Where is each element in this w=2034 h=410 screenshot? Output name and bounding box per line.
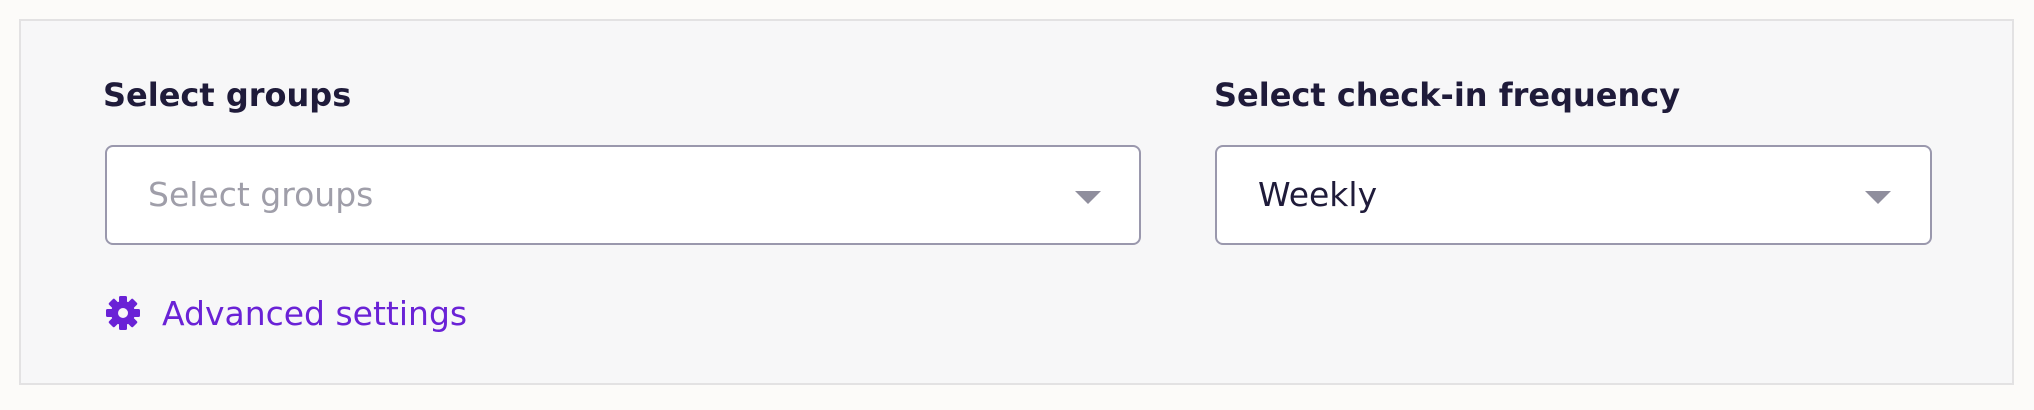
settings-panel: Select groups Select groups Select check…	[19, 19, 2014, 385]
advanced-settings-label: Advanced settings	[162, 293, 468, 333]
groups-select-placeholder: Select groups	[148, 175, 374, 214]
caret-down-icon	[1865, 191, 1891, 204]
gear-icon	[106, 296, 140, 330]
frequency-select-value: Weekly	[1258, 175, 1378, 214]
frequency-label: Select check-in frequency	[1214, 76, 1681, 114]
groups-select[interactable]: Select groups	[105, 145, 1141, 245]
caret-down-icon	[1075, 191, 1101, 204]
groups-label: Select groups	[103, 76, 352, 114]
advanced-settings-link[interactable]: Advanced settings	[105, 291, 467, 335]
frequency-select[interactable]: Weekly	[1215, 145, 1932, 245]
